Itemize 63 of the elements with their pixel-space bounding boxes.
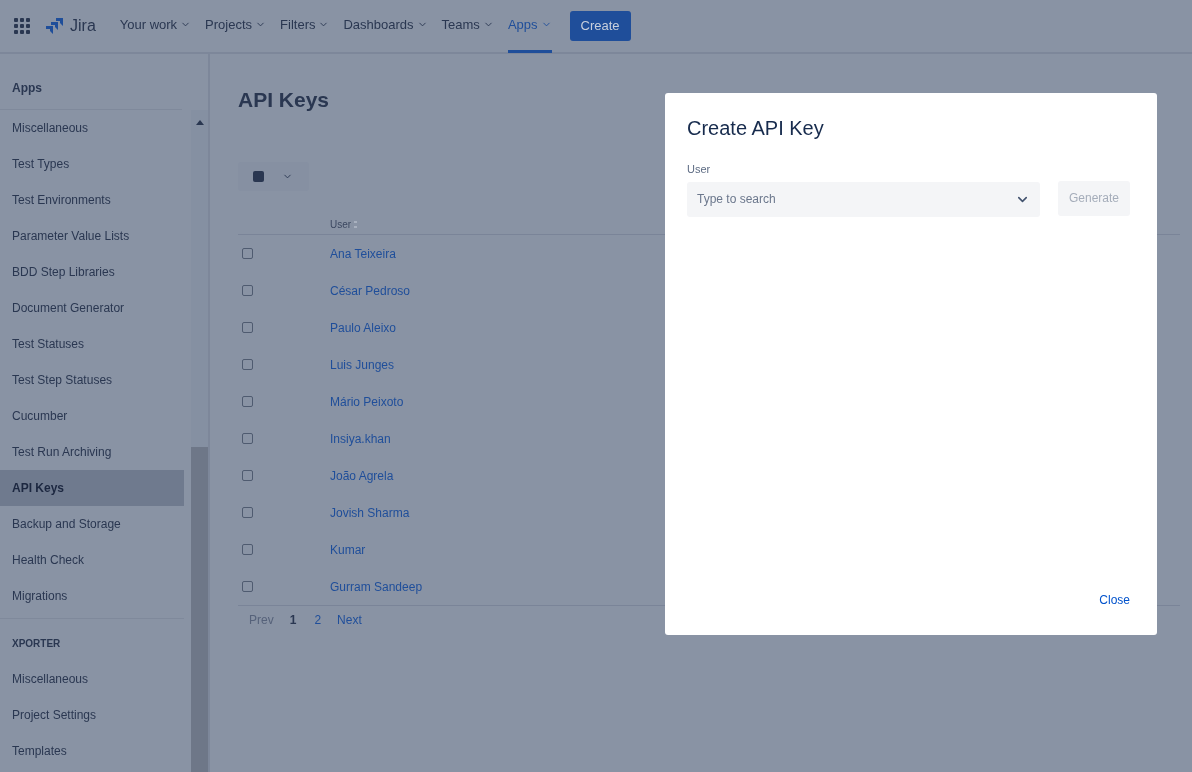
scrollbar-thumb[interactable] [191, 447, 208, 772]
sidebar-item[interactable]: Test Statuses [0, 326, 184, 362]
sidebar-heading: XPORTER [12, 636, 61, 651]
nav-menu-item[interactable]: Projects [205, 0, 267, 53]
page-number-link[interactable]: 1 [287, 610, 299, 629]
sidebar-item[interactable]: Test Step Statuses [0, 362, 184, 398]
sidebar-item[interactable]: Miscellaneous [0, 110, 184, 146]
app-name[interactable]: Jira [70, 14, 96, 38]
row-checkbox[interactable] [242, 396, 253, 407]
next-page-link[interactable]: Next [337, 610, 362, 629]
field-label: User [687, 162, 712, 177]
nav-menu-item[interactable]: Filters [280, 0, 330, 53]
create-button[interactable]: Create [569, 11, 631, 41]
checkbox-icon [253, 171, 264, 182]
sidebar-item[interactable]: API Keys [0, 470, 184, 506]
user-select-field[interactable]: Type to search [687, 181, 1040, 217]
dialog-title: Create API Key [687, 116, 825, 141]
user-link[interactable]: Luis Junges [330, 355, 395, 374]
sidebar-item[interactable]: Miscellaneous [0, 661, 184, 697]
row-checkbox[interactable] [242, 581, 253, 592]
column-header[interactable]: User [330, 217, 352, 232]
row-checkbox[interactable] [242, 433, 253, 444]
nav-menu-item[interactable]: Your work [119, 0, 192, 53]
sidebar-item[interactable]: Backup and Storage [0, 506, 184, 542]
sidebar-item[interactable]: Test Types [0, 146, 184, 182]
sidebar-item[interactable]: BDD Step Libraries [0, 254, 184, 290]
app-grid-icon[interactable] [14, 18, 30, 34]
sidebar-item[interactable]: Cucumber [0, 398, 184, 434]
row-checkbox[interactable] [242, 359, 253, 370]
sidebar-title: Apps [12, 80, 42, 97]
sidebar-item[interactable]: Test Run Archiving [0, 434, 184, 470]
row-checkbox[interactable] [242, 507, 253, 518]
sidebar-item[interactable]: Parameter Value Lists [0, 218, 184, 254]
close-button[interactable]: Close [1094, 591, 1135, 609]
nav-menu-item[interactable]: Teams [441, 0, 494, 53]
user-link[interactable]: César Pedroso [330, 281, 411, 300]
row-checkbox[interactable] [242, 248, 253, 259]
nav-menu-item[interactable]: Apps [507, 0, 552, 53]
user-link[interactable]: Ana Teixeira [330, 244, 396, 263]
logo-icon [44, 17, 64, 35]
nav-menu-item[interactable]: Dashboards [343, 0, 428, 53]
sidebar-item[interactable]: Test Environments [0, 182, 184, 218]
user-link[interactable]: Paulo Aleixo [330, 318, 397, 337]
user-link[interactable]: Gurram Sandeep [330, 577, 423, 596]
user-link[interactable]: Kumar [330, 540, 366, 559]
sidebar-item[interactable]: Health Check [0, 542, 184, 578]
page-title: API Keys [238, 87, 331, 113]
scroll-up-icon[interactable] [195, 120, 204, 125]
row-checkbox[interactable] [242, 470, 253, 481]
row-checkbox[interactable] [242, 285, 253, 296]
page-number-link[interactable]: 2 [312, 610, 324, 629]
user-link[interactable]: João Agrela [330, 466, 394, 485]
user-link[interactable]: Mário Peixoto [330, 392, 404, 411]
sidebar-item[interactable]: Templates [0, 733, 184, 769]
user-link[interactable]: Jovish Sharma [330, 503, 410, 522]
row-checkbox[interactable] [242, 322, 253, 333]
row-checkbox[interactable] [242, 544, 253, 555]
user-link[interactable]: Insiya.khan [330, 429, 391, 448]
sort-icon[interactable] [354, 221, 358, 228]
scrollbar[interactable] [191, 110, 208, 772]
sidebar-item[interactable]: Migrations [0, 578, 184, 614]
sidebar-item[interactable]: Document Generator [0, 290, 184, 326]
sidebar-item[interactable]: Project Settings [0, 697, 184, 733]
